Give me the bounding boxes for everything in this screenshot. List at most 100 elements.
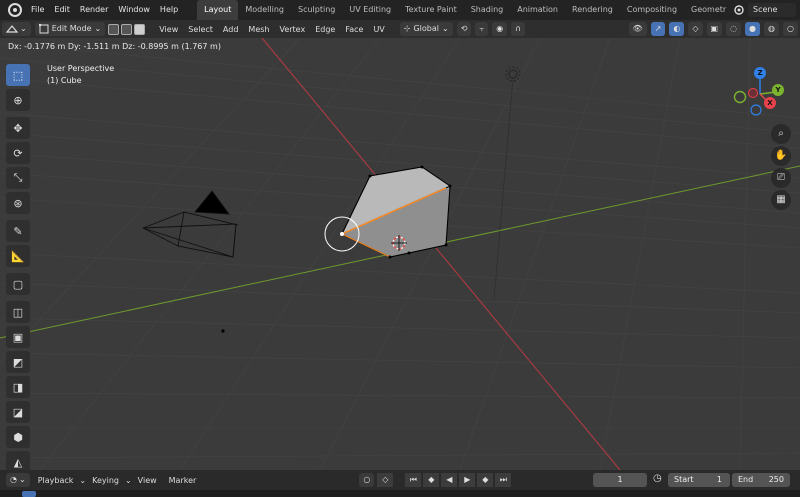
tool-spin[interactable]: ◭ <box>6 451 30 470</box>
menu-file[interactable]: File <box>26 0 49 20</box>
tab-sculpting[interactable]: Sculpting <box>291 0 342 20</box>
auto-key-toggle[interactable]: ○ <box>359 473 375 487</box>
mode-dropdown[interactable]: Edit Mode ⌄ <box>34 22 106 36</box>
tool-cursor[interactable]: ⊕ <box>6 89 30 111</box>
timeline-menu-playback[interactable]: Playback <box>32 476 80 485</box>
pivot-point-dropdown[interactable]: ⟲ <box>456 22 472 36</box>
jump-start-button[interactable]: ⏮ <box>405 473 422 487</box>
tool-poly-build[interactable]: ⬢ <box>6 426 30 448</box>
edge-select-icon[interactable] <box>121 23 133 35</box>
gizmo-toggle[interactable]: ↗ <box>650 22 666 36</box>
tab-layout[interactable]: Layout <box>197 0 239 20</box>
extrude-icon: ◫ <box>12 305 24 319</box>
scene-selector[interactable]: Scene <box>748 3 796 17</box>
timeline-editor-type[interactable]: ◔ ⌄ <box>6 473 30 487</box>
tab-shading[interactable]: Shading <box>464 0 511 20</box>
start-frame-field[interactable]: Start 1 <box>668 473 730 487</box>
tool-loop-cut[interactable]: ◨ <box>6 376 30 398</box>
tool-transform[interactable]: ⊛ <box>6 192 30 214</box>
record-icon: ○ <box>363 475 371 484</box>
playhead-marker[interactable] <box>22 491 36 497</box>
proportional-edit-toggle[interactable]: ◉ <box>492 22 508 36</box>
header-menu-mesh[interactable]: Mesh <box>243 25 274 34</box>
tool-rotate[interactable]: ⟳ <box>6 142 30 164</box>
visibility-dropdown[interactable]: 👁 <box>628 22 647 36</box>
header-menu-uv[interactable]: UV <box>368 25 389 34</box>
header-menu-view[interactable]: View <box>154 25 183 34</box>
chevron-down-icon: ⌄ <box>20 24 27 33</box>
rendered-icon: ○ <box>787 24 794 33</box>
tool-annotate[interactable]: ✎ <box>6 220 30 242</box>
timeline-ruler[interactable] <box>0 490 800 497</box>
face-select-icon[interactable] <box>134 23 146 35</box>
gizmo-z-axis[interactable]: Z <box>754 67 766 79</box>
3d-viewport[interactable]: Dx: -0.1776 m Dy: -1.511 m Dz: -0.8995 m… <box>0 38 800 470</box>
tab-modelling[interactable]: Modelling <box>238 0 291 20</box>
camera-view-button[interactable]: ⎚ <box>771 168 791 188</box>
shading-solid[interactable]: ● <box>745 22 761 36</box>
overlays-toggle[interactable]: ◐ <box>669 22 685 36</box>
timeline-menu-keying[interactable]: Keying <box>86 476 125 485</box>
prev-keyframe-icon: ◆ <box>428 475 435 484</box>
header-menu-vertex[interactable]: Vertex <box>274 25 310 34</box>
shading-material[interactable]: ◍ <box>764 22 780 36</box>
tool-inset[interactable]: ▣ <box>6 326 30 348</box>
zoom-view-button[interactable]: ⌕ <box>771 124 791 144</box>
vertex-select-icon[interactable] <box>108 23 120 35</box>
blender-logo-icon[interactable] <box>8 3 22 17</box>
prev-keyframe-button[interactable]: ◆ <box>423 473 440 487</box>
menu-render[interactable]: Render <box>75 0 113 20</box>
keyset-icon: ◇ <box>382 475 389 484</box>
tool-bevel[interactable]: ◩ <box>6 351 30 373</box>
snap-toggle[interactable]: ⫟ <box>475 22 489 36</box>
play-reverse-button[interactable]: ◀ <box>441 473 458 487</box>
shading-rendered[interactable]: ○ <box>783 22 798 36</box>
tab-uv-editing[interactable]: UV Editing <box>342 0 398 20</box>
header-menu-edge[interactable]: Edge <box>310 25 340 34</box>
next-keyframe-icon: ◆ <box>482 475 489 484</box>
tab-texture-paint[interactable]: Texture Paint <box>398 0 464 20</box>
menu-edit[interactable]: Edit <box>49 0 75 20</box>
editor-type-dropdown[interactable]: ⌄ <box>2 22 31 36</box>
tool-measure[interactable]: 📐 <box>6 245 30 267</box>
tab-geometry-nodes[interactable]: Geometr <box>684 0 733 20</box>
timeline-menu-marker[interactable]: Marker <box>163 476 203 485</box>
xray-toggle[interactable]: ▣ <box>706 22 723 36</box>
header-menu-select[interactable]: Select <box>183 25 218 34</box>
menu-help[interactable]: Help <box>155 0 183 20</box>
tab-animation[interactable]: Animation <box>510 0 565 20</box>
timeline-menu-view[interactable]: View <box>132 476 163 485</box>
navigation-gizmo[interactable]: Z Y X <box>728 64 788 124</box>
x-axis-line <box>261 38 621 470</box>
tool-scale[interactable]: ⤡ <box>6 167 30 189</box>
view-info: User Perspective (1) Cube <box>47 63 114 87</box>
falloff-dropdown[interactable]: ∩ <box>511 22 526 36</box>
current-frame-field[interactable]: 1 <box>593 473 647 487</box>
header-menu-add[interactable]: Add <box>218 25 244 34</box>
tool-extrude[interactable]: ◫ <box>6 301 30 323</box>
tab-compositing[interactable]: Compositing <box>620 0 684 20</box>
shading-wireframe[interactable]: ◌ <box>726 22 742 36</box>
perspective-toggle-button[interactable]: ▦ <box>771 190 791 210</box>
scene-icon[interactable] <box>733 4 745 16</box>
mesh-edit-overlays-dropdown[interactable]: ◇ <box>688 22 703 36</box>
jump-end-button[interactable]: ⏭ <box>495 473 512 487</box>
transform-orientation-dropdown[interactable]: ⊹ Global ⌄ <box>399 22 453 36</box>
next-keyframe-button[interactable]: ◆ <box>477 473 494 487</box>
play-button[interactable]: ▶ <box>459 473 476 487</box>
gizmo-y-axis[interactable]: Y <box>772 84 784 96</box>
menu-window[interactable]: Window <box>113 0 155 20</box>
gizmo-x-axis[interactable]: X <box>764 97 776 109</box>
end-frame-field[interactable]: End 250 <box>732 473 790 487</box>
tool-add-cube[interactable]: ▢ <box>6 273 30 295</box>
tool-select-box[interactable]: ⬚ <box>6 64 30 86</box>
tool-move[interactable]: ✥ <box>6 117 30 139</box>
stopwatch-icon[interactable]: ◷ <box>653 473 665 487</box>
knife-icon: ◪ <box>12 405 24 419</box>
pan-view-button[interactable]: ✋ <box>771 146 791 166</box>
tool-knife[interactable]: ◪ <box>6 401 30 423</box>
camera-icon: ⎚ <box>777 172 785 183</box>
header-menu-face[interactable]: Face <box>340 25 368 34</box>
keying-set-dropdown[interactable]: ◇ <box>377 473 394 487</box>
tab-rendering[interactable]: Rendering <box>565 0 620 20</box>
